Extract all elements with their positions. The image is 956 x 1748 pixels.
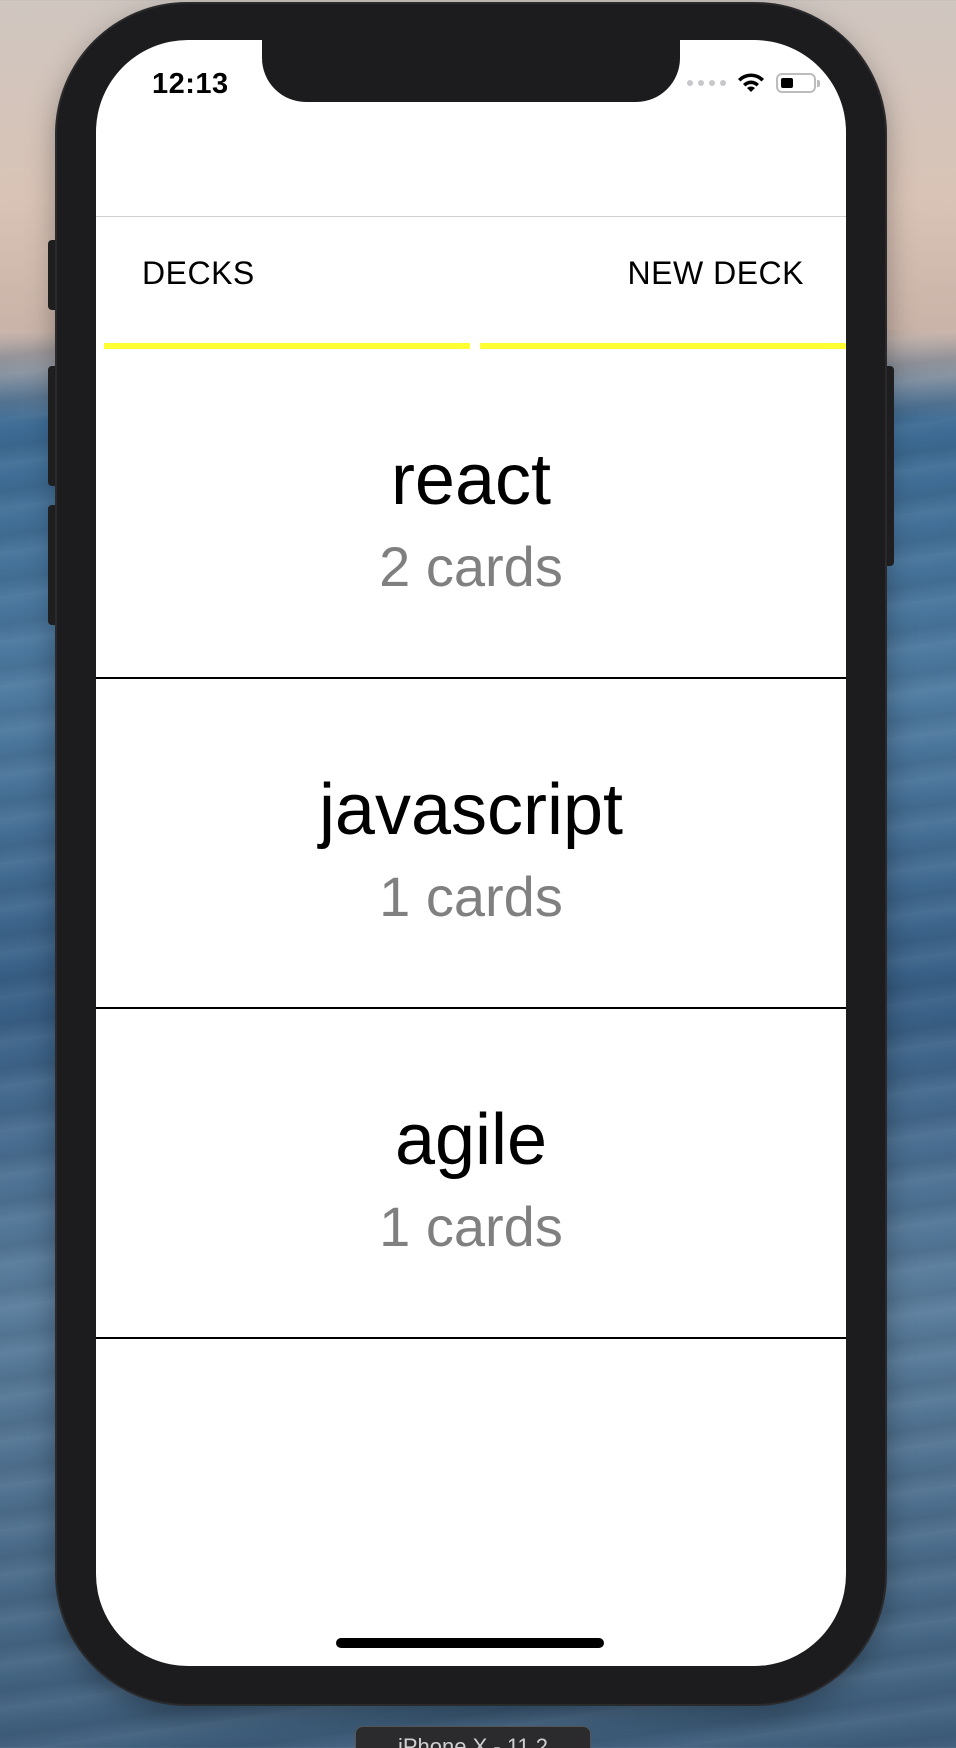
status-icons	[687, 72, 820, 94]
deck-item-javascript[interactable]: javascript 1 cards	[96, 679, 846, 1009]
deck-title: javascript	[318, 770, 624, 850]
deck-title: agile	[394, 1100, 548, 1180]
tab-new-deck-label: NEW DECK	[627, 255, 804, 291]
deck-list: react 2 cards javascript 1 cards agile 1…	[96, 349, 846, 1339]
wifi-icon	[738, 73, 764, 92]
deck-card-count: 1 cards	[379, 865, 563, 928]
deck-item-agile[interactable]: agile 1 cards	[96, 1009, 846, 1339]
deck-item-react[interactable]: react 2 cards	[96, 349, 846, 679]
simulator-device-label: iPhone X - 11.2	[355, 1726, 591, 1748]
deck-card-count: 2 cards	[379, 535, 563, 598]
signal-dots-icon	[687, 80, 726, 86]
battery-icon	[776, 73, 820, 93]
tab-decks[interactable]: DECKS	[104, 217, 470, 349]
app-screen: 12:13 DECKS NEW DECK react 2 cards javas…	[96, 40, 846, 1666]
status-time: 12:13	[152, 68, 229, 100]
deck-card-count: 1 cards	[379, 1195, 563, 1258]
tab-new-deck[interactable]: NEW DECK	[480, 217, 846, 349]
deck-title: react	[390, 440, 552, 520]
tab-decks-label: DECKS	[142, 255, 255, 291]
notch	[262, 40, 680, 102]
home-indicator[interactable]	[336, 1638, 604, 1648]
top-tab-bar: DECKS NEW DECK	[96, 217, 846, 349]
